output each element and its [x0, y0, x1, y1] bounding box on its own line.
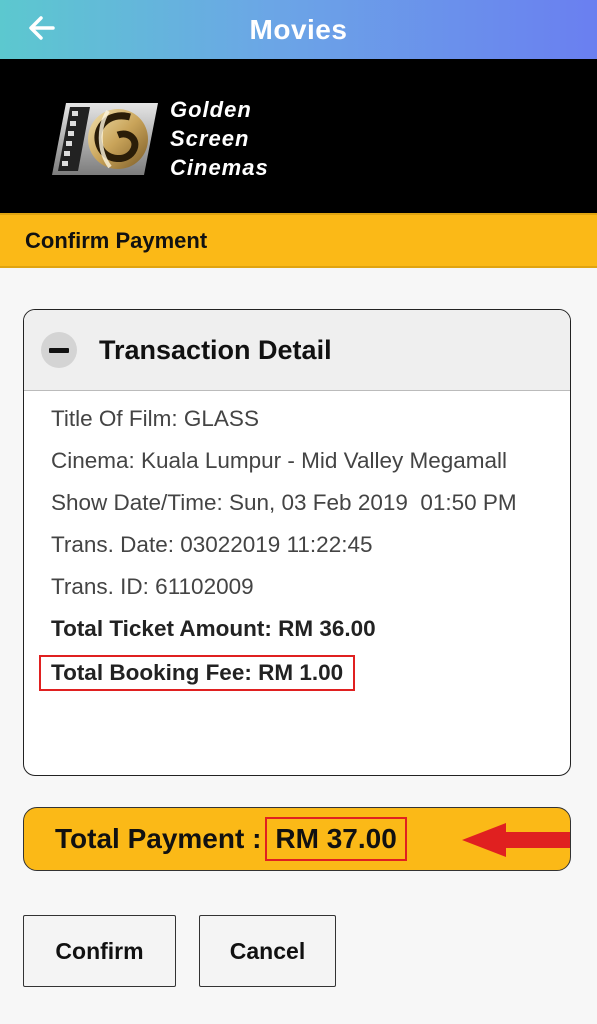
section-header: Confirm Payment [0, 213, 597, 268]
section-title: Confirm Payment [25, 227, 208, 253]
logo-wordmark: Golden Screen Cinemas [170, 97, 269, 180]
total-payment-label: Total Payment : [55, 823, 262, 854]
gsc-logo: Golden Screen Cinemas [48, 95, 269, 182]
card-header[interactable]: Transaction Detail [24, 310, 570, 391]
show-datetime-row: Show Date/Time: Sun, 03 Feb 2019 01:50 P… [51, 490, 517, 515]
collapse-minus-icon[interactable] [41, 332, 77, 368]
confirm-button[interactable]: Confirm [23, 915, 176, 987]
cinema-row: Cinema: Kuala Lumpur - Mid Valley Megama… [51, 448, 508, 473]
trans-date-row: Trans. Date: 03022019 11:22:45 [51, 532, 373, 557]
arrow-left-icon [29, 16, 55, 40]
gsc-logo-mark-icon [52, 102, 158, 175]
cinema-banner: Golden Screen Cinemas [0, 59, 597, 213]
top-app-bar: Movies [0, 0, 597, 59]
card-body: Title Of Film: GLASS Cinema: Kuala Lumpu… [24, 391, 570, 691]
booking-fee-highlight: Total Booking Fee: RM 1.00 [39, 655, 356, 691]
total-booking-fee-row: Total Booking Fee: RM 1.00 [39, 655, 550, 691]
total-ticket-amount-row: Total Ticket Amount: RM 36.00 [51, 616, 376, 641]
transaction-detail-card: Transaction Detail Title Of Film: GLASS … [23, 309, 571, 776]
app-title: Movies [249, 13, 348, 45]
cancel-button[interactable]: Cancel [199, 915, 336, 987]
red-arrow-left-icon [462, 823, 570, 857]
total-payment-bar: Total Payment : RM 37.00 [23, 807, 571, 871]
back-button[interactable] [22, 8, 62, 48]
card-title: Transaction Detail [99, 334, 332, 365]
film-title-row: Title Of Film: GLASS [51, 406, 259, 431]
trans-id-row: Trans. ID: 61102009 [51, 574, 254, 599]
total-payment-value: RM 37.00 [265, 817, 407, 861]
